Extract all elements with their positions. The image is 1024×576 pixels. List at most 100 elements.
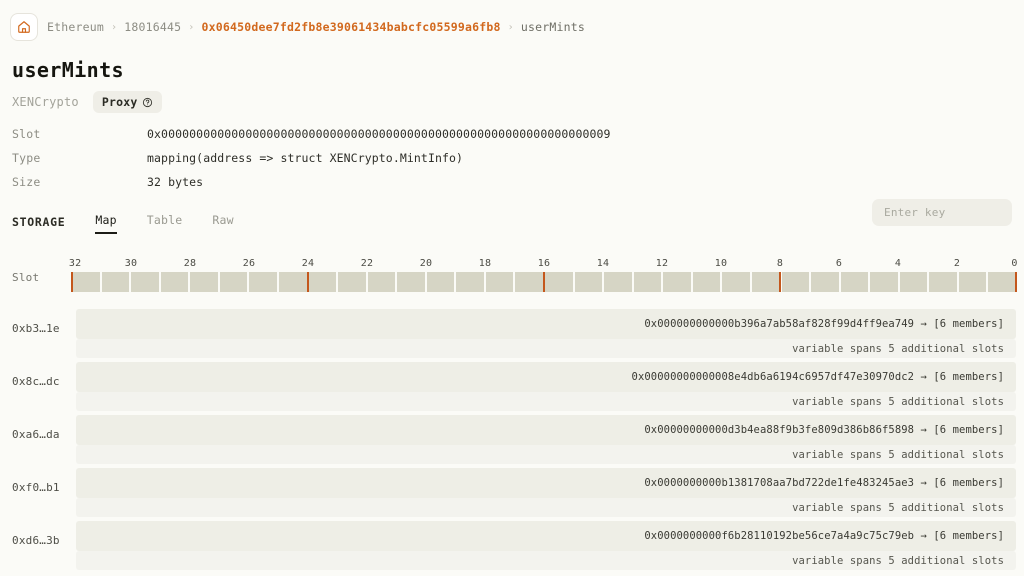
slot-cell[interactable] [633, 272, 662, 292]
slot-boundary-marker [307, 272, 309, 292]
slot-cell[interactable] [988, 272, 1016, 292]
storage-row-key[interactable]: 0xa6…da [12, 428, 60, 441]
slot-tick-label: 4 [894, 258, 902, 269]
storage-row-span-bar[interactable]: variable spans 5 additional slots [76, 445, 1016, 464]
slot-cell[interactable] [515, 272, 543, 292]
slot-boundary-marker [71, 272, 73, 292]
breadcrumb: Ethereum › 18016445 › 0x06450dee7fd2fb8e… [0, 0, 1024, 44]
slot-cell[interactable] [219, 272, 248, 292]
slot-cell[interactable] [929, 272, 957, 292]
storage-row-value-bar[interactable]: 0x000000000000b396a7ab58af828f99d4ff9ea7… [76, 309, 1016, 339]
storage-row-key[interactable]: 0x8c…dc [12, 375, 60, 388]
meta-row: Type mapping(address => struct XENCrypto… [12, 151, 1024, 175]
storage-row[interactable]: 0xf0…b1 0x0000000000b1381708aa7bd722de1fe… [0, 464, 1024, 517]
storage-row-value-text: 0x000000000000b396a7ab58af828f99d4ff9ea7… [644, 318, 1004, 330]
storage-map-rows: 0xb3…1e 0x000000000000b396a7ab58af828f99d… [0, 305, 1024, 570]
breadcrumb-item-current: userMints [520, 20, 586, 34]
slot-tick-label: 32 [68, 258, 82, 269]
storage-row-value-bar[interactable]: 0x0000000000b1381708aa7bd722de1fe483245a… [76, 468, 1016, 498]
storage-row-span-bar[interactable]: variable spans 5 additional slots [76, 339, 1016, 358]
slot-cell[interactable] [722, 272, 750, 292]
storage-row-value-text: 0x0000000000f6b28110192be56ce7a4a9c75c79… [644, 530, 1004, 542]
slot-cell[interactable] [249, 272, 277, 292]
storage-row-key[interactable]: 0xb3…1e [12, 322, 60, 335]
breadcrumb-item-block[interactable]: 18016445 [124, 20, 181, 34]
variable-metadata: Slot 0x000000000000000000000000000000000… [0, 127, 1024, 199]
home-button[interactable] [10, 13, 38, 41]
storage-row-value-text: 0x00000000000008e4db6a6194c6957df47e3097… [631, 371, 1004, 383]
slot-tick-label: 6 [835, 258, 843, 269]
slot-cell[interactable] [958, 272, 987, 292]
slot-boundary-marker [1015, 272, 1017, 292]
breadcrumb-item-chain[interactable]: Ethereum [47, 20, 104, 34]
slot-cell[interactable] [190, 272, 218, 292]
slot-cell[interactable] [72, 272, 100, 292]
meta-key-size: Size [12, 175, 41, 189]
breadcrumb-items: Ethereum › 18016445 › 0x06450dee7fd2fb8e… [47, 20, 585, 34]
question-circle-icon[interactable] [142, 97, 153, 108]
storage-section-label: STORAGE [12, 215, 66, 229]
storage-row[interactable]: 0xa6…da 0x00000000000d3b4ea88f9b3fe809d38… [0, 411, 1024, 464]
proxy-badge-label: Proxy [101, 95, 138, 109]
slot-cell[interactable] [781, 272, 810, 292]
slot-cell[interactable] [663, 272, 691, 292]
slot-tick-label: 0 [1011, 258, 1018, 269]
storage-explorer-page: Ethereum › 18016445 › 0x06450dee7fd2fb8e… [0, 0, 1024, 576]
storage-row-value-bar[interactable]: 0x00000000000d3b4ea88f9b3fe809d386b86f58… [76, 415, 1016, 445]
slot-cell[interactable] [840, 272, 869, 292]
storage-row[interactable]: 0xb3…1e 0x000000000000b396a7ab58af828f99d… [0, 305, 1024, 358]
slot-tick-label: 12 [655, 258, 669, 269]
storage-row[interactable]: 0x8c…dc 0x00000000000008e4db6a6194c6957df… [0, 358, 1024, 411]
breadcrumb-item-address[interactable]: 0x06450dee7fd2fb8e39061434babcfc05599a6f… [201, 20, 500, 34]
slot-cell[interactable] [367, 272, 396, 292]
storage-row-value-bar[interactable]: 0x00000000000008e4db6a6194c6957df47e3097… [76, 362, 1016, 392]
proxy-badge[interactable]: Proxy [92, 91, 163, 113]
slot-ruler-label: Slot [12, 271, 40, 284]
storage-row-key[interactable]: 0xd6…3b [12, 534, 60, 547]
slot-cell[interactable] [574, 272, 603, 292]
tab-raw[interactable]: Raw [212, 210, 233, 234]
home-icon [18, 21, 30, 33]
slot-cell[interactable] [131, 272, 159, 292]
slot-cell[interactable] [456, 272, 484, 292]
storage-row-span-bar[interactable]: variable spans 5 additional slots [76, 392, 1016, 411]
search-key-input[interactable] [872, 199, 1012, 226]
storage-row-span-bar[interactable]: variable spans 5 additional slots [76, 498, 1016, 517]
slot-tick-label: 18 [478, 258, 492, 269]
meta-key-type: Type [12, 151, 41, 165]
slot-tick-label: 16 [537, 258, 551, 269]
slot-cell[interactable] [426, 272, 455, 292]
storage-tabbar: STORAGE Map Table Raw [12, 199, 1012, 234]
slot-ruler-track[interactable]: 32 30 28 26 24 22 20 18 16 14 12 10 8 6 4 2 0 [68, 258, 1018, 296]
slot-cell[interactable] [338, 272, 366, 292]
slot-cell[interactable] [160, 272, 189, 292]
meta-row: Size 32 bytes [12, 175, 1024, 199]
meta-value-slot: 0x00000000000000000000000000000000000000… [147, 127, 611, 141]
storage-row-span-bar[interactable]: variable spans 5 additional slots [76, 551, 1016, 570]
breadcrumb-separator-icon: › [188, 21, 195, 33]
slot-cell[interactable] [397, 272, 425, 292]
tab-map[interactable]: Map [95, 210, 118, 234]
slot-cell[interactable] [278, 272, 307, 292]
slot-cell[interactable] [485, 272, 514, 292]
slot-tick-label: 22 [360, 258, 374, 269]
slot-cell[interactable] [545, 272, 573, 292]
storage-row-span-note: variable spans 5 additional slots [792, 501, 1004, 514]
slot-cell[interactable] [751, 272, 780, 292]
slot-cell[interactable] [604, 272, 632, 292]
slot-cell[interactable] [308, 272, 337, 292]
slot-cell[interactable] [870, 272, 898, 292]
slot-cell[interactable] [101, 272, 130, 292]
slot-tick-label: 20 [419, 258, 433, 269]
storage-row-key[interactable]: 0xf0…b1 [12, 481, 60, 494]
tab-table[interactable]: Table [147, 210, 183, 234]
slot-cell[interactable] [811, 272, 839, 292]
storage-row[interactable]: 0xd6…3b 0x0000000000f6b28110192be56ce7a4a… [0, 517, 1024, 570]
slot-tick-label: 26 [242, 258, 256, 269]
slot-cell[interactable] [899, 272, 928, 292]
storage-row-span-note: variable spans 5 additional slots [792, 554, 1004, 567]
storage-row-value-bar[interactable]: 0x0000000000f6b28110192be56ce7a4a9c75c79… [76, 521, 1016, 551]
meta-value-type: mapping(address => struct XENCrypto.Mint… [147, 151, 464, 165]
slot-cell[interactable] [692, 272, 721, 292]
slot-tick-label: 2 [953, 258, 961, 269]
